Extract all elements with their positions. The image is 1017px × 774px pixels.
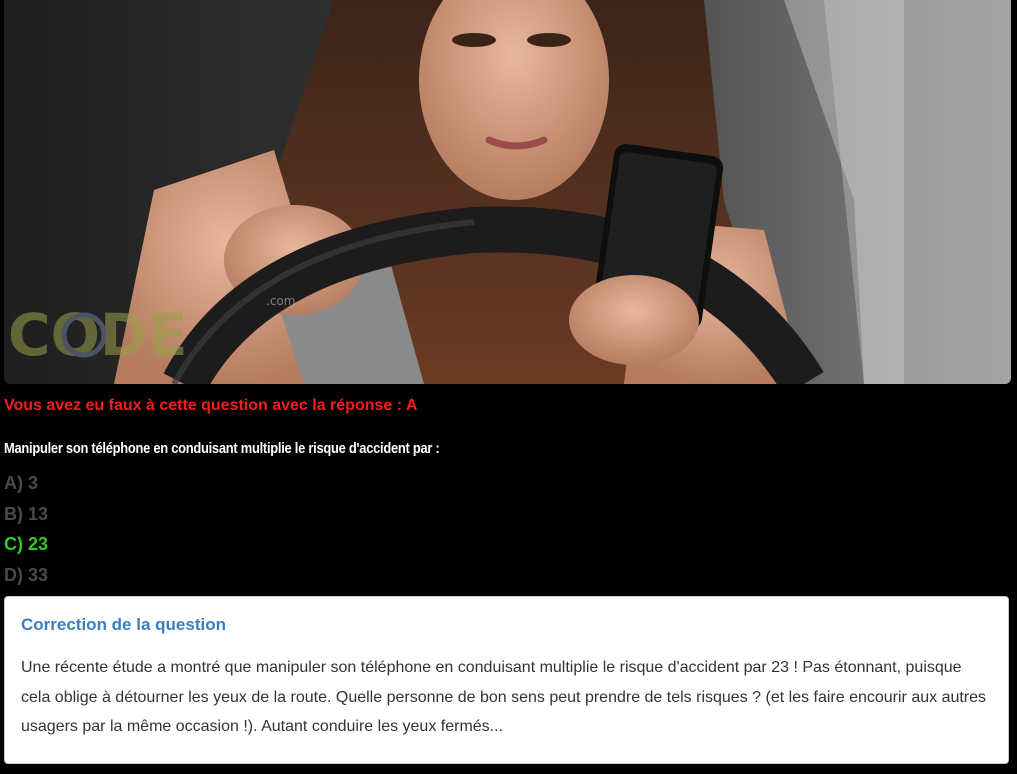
svg-text:.com: .com xyxy=(266,294,295,308)
question-text: Manipuler son téléphone en conduisant mu… xyxy=(4,440,440,457)
answer-a[interactable]: A) 3 xyxy=(4,470,48,501)
correction-panel: Correction de la question Une récente ét… xyxy=(4,596,1009,764)
correction-title: Correction de la question xyxy=(21,615,226,634)
answer-d[interactable]: D) 33 xyxy=(4,562,48,593)
correction-text: Une récente étude a montré que manipuler… xyxy=(21,659,987,735)
answer-list: A) 3 B) 13 C) 23 D) 33 xyxy=(4,470,48,593)
answer-b[interactable]: B) 13 xyxy=(4,501,48,532)
answer-c[interactable]: C) 23 xyxy=(4,531,48,562)
result-message: Vous avez eu faux à cette question avec … xyxy=(4,397,418,414)
question-photo: CODE .com xyxy=(4,0,1011,384)
watermark-logo: CODE xyxy=(8,301,188,369)
